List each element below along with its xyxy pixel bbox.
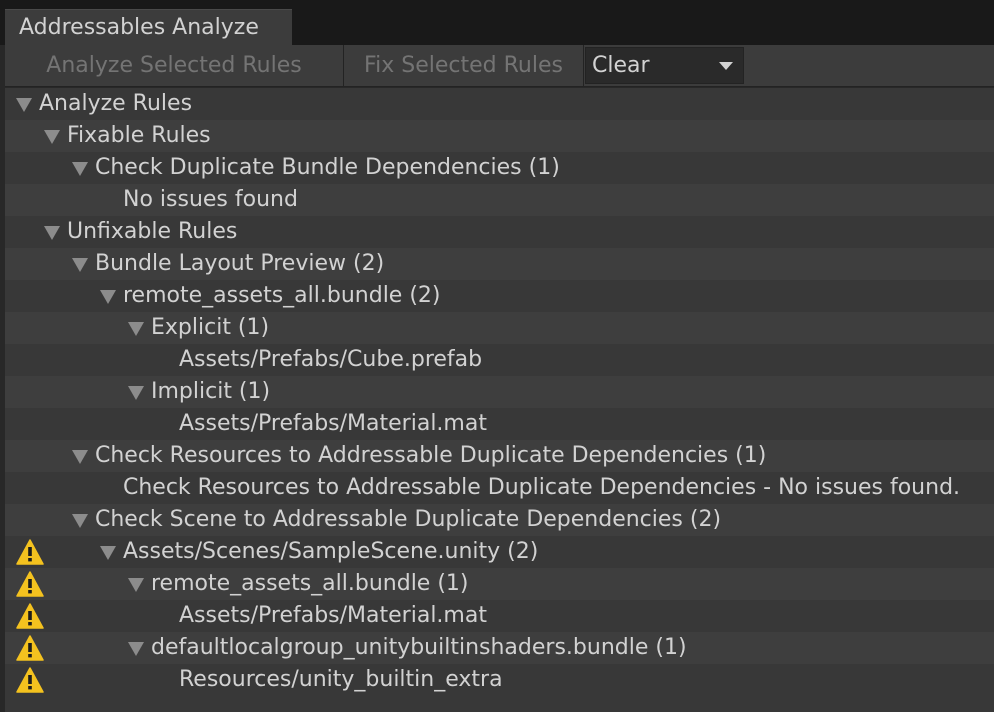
expand-triangle-icon[interactable] (16, 98, 32, 112)
tree-row[interactable]: defaultlocalgroup_unitybuiltinshaders.bu… (5, 632, 994, 664)
warning-icon (16, 635, 44, 661)
analyze-rules-tree: Analyze Rules Fixable Rules Check Duplicat… (5, 88, 994, 712)
expand-triangle-icon[interactable] (128, 386, 144, 400)
tree-row[interactable]: Bundle Layout Preview (2) (5, 248, 994, 280)
tree-row-label: defaultlocalgroup_unitybuiltinshaders.bu… (151, 635, 687, 660)
tree-row-label: Fixable Rules (67, 123, 211, 148)
tree-row[interactable]: Check Resources to Addressable Duplicate… (5, 440, 994, 472)
expand-triangle-icon[interactable] (100, 290, 116, 304)
tree-row[interactable]: Check Resources to Addressable Duplicate… (5, 472, 994, 504)
tree-row-label: Bundle Layout Preview (2) (95, 251, 385, 276)
tree-row-label: remote_assets_all.bundle (1) (151, 571, 469, 596)
tree-row-label: Assets/Prefabs/Material.mat (179, 603, 487, 628)
tree-row-label: Check Scene to Addressable Duplicate Dep… (95, 507, 722, 532)
expand-triangle-icon[interactable] (128, 578, 144, 592)
tree-row-label: Assets/Scenes/SampleScene.unity (2) (123, 539, 539, 564)
clear-dropdown-value: Clear (592, 53, 650, 78)
expand-triangle-icon[interactable] (72, 162, 88, 176)
expand-triangle-icon[interactable] (128, 642, 144, 656)
expand-triangle-icon[interactable] (72, 450, 88, 464)
expand-triangle-icon[interactable] (44, 226, 60, 240)
warning-icon (16, 667, 44, 693)
addressables-analyze-window: Addressables Analyze Analyze Selected Ru… (0, 0, 994, 712)
chevron-down-icon (719, 62, 733, 70)
tree-row-label: Resources/unity_builtin_extra (179, 667, 503, 692)
tree-row[interactable]: Unfixable Rules (5, 216, 994, 248)
tree-row[interactable]: remote_assets_all.bundle (1) (5, 568, 994, 600)
tree-row-label: Assets/Prefabs/Material.mat (179, 411, 487, 436)
tree-row[interactable]: Fixable Rules (5, 120, 994, 152)
tree-row-label: Implicit (1) (151, 379, 271, 404)
tree-row[interactable]: Assets/Scenes/SampleScene.unity (2) (5, 536, 994, 568)
warning-icon (16, 571, 44, 597)
tree-row[interactable]: Check Scene to Addressable Duplicate Dep… (5, 504, 994, 536)
clear-dropdown[interactable]: Clear (585, 47, 744, 84)
tree-row[interactable]: No issues found (5, 184, 994, 216)
tree-row[interactable]: Analyze Rules (5, 88, 994, 120)
tree-row[interactable]: Check Duplicate Bundle Dependencies (1) (5, 152, 994, 184)
tree-row-label: Check Resources to Addressable Duplicate… (123, 475, 961, 500)
expand-triangle-icon[interactable] (100, 546, 116, 560)
tree-row[interactable]: Resources/unity_builtin_extra (5, 664, 994, 696)
expand-triangle-icon[interactable] (72, 258, 88, 272)
tree-row[interactable]: Assets/Prefabs/Material.mat (5, 600, 994, 632)
tree-row-label: Check Resources to Addressable Duplicate… (95, 443, 767, 468)
tree-row[interactable]: Implicit (1) (5, 376, 994, 408)
toolbar: Analyze Selected Rules Fix Selected Rule… (5, 45, 994, 87)
tree-row[interactable]: Explicit (1) (5, 312, 994, 344)
expand-triangle-icon[interactable] (72, 514, 88, 528)
warning-icon (16, 539, 44, 565)
tab-bar: Addressables Analyze (0, 0, 994, 45)
warning-icon (16, 603, 44, 629)
tree-row[interactable]: remote_assets_all.bundle (2) (5, 280, 994, 312)
tree-row-label: Assets/Prefabs/Cube.prefab (179, 347, 483, 372)
expand-triangle-icon[interactable] (128, 322, 144, 336)
tree-row-label: No issues found (123, 187, 298, 212)
tree-row-label: Check Duplicate Bundle Dependencies (1) (95, 155, 560, 180)
tree-row-label: remote_assets_all.bundle (2) (123, 283, 441, 308)
fix-selected-rules-button[interactable]: Fix Selected Rules (344, 45, 584, 86)
expand-triangle-icon[interactable] (44, 130, 60, 144)
analyze-selected-rules-button[interactable]: Analyze Selected Rules (5, 45, 344, 86)
tree-row[interactable]: Assets/Prefabs/Material.mat (5, 408, 994, 440)
tree-row[interactable]: Assets/Prefabs/Cube.prefab (5, 344, 994, 376)
tree-row-label: Analyze Rules (39, 91, 193, 116)
tab-addressables-analyze[interactable]: Addressables Analyze (5, 9, 292, 45)
tree-row-label: Explicit (1) (151, 315, 270, 340)
tree-row-label: Unfixable Rules (67, 219, 238, 244)
